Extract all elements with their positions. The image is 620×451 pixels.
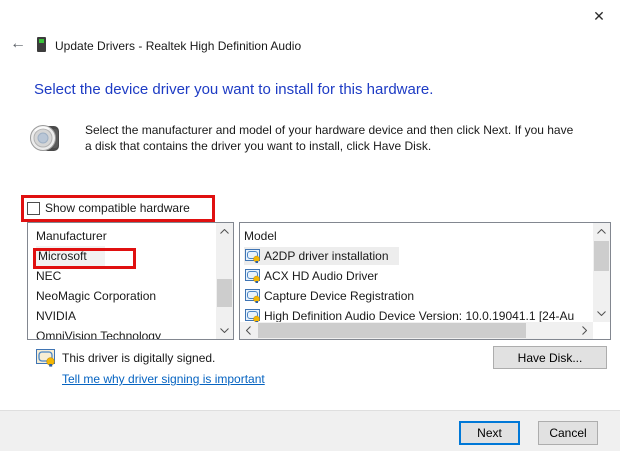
- model-list-header: Model: [244, 229, 277, 243]
- chevron-right-icon: [582, 326, 587, 335]
- driver-cert-icon: [245, 249, 260, 263]
- list-item-nvidia[interactable]: NVIDIA: [28, 306, 216, 326]
- scrollbar-thumb[interactable]: [594, 241, 609, 271]
- scroll-down-button[interactable]: [593, 305, 610, 322]
- driver-signing-link[interactable]: Tell me why driver signing is important: [62, 372, 265, 386]
- close-icon[interactable]: ✕: [588, 6, 610, 26]
- digitally-signed-text: This driver is digitally signed.: [62, 351, 216, 365]
- scrollbar-thumb[interactable]: [258, 323, 526, 338]
- footer-bar: [0, 410, 620, 451]
- model-vertical-scrollbar[interactable]: [593, 223, 610, 322]
- manufacturer-listbox: Manufacturer Microsoft NEC NeoMagic Corp…: [27, 222, 234, 340]
- chevron-up-icon: [220, 229, 229, 234]
- speaker-icon: [29, 121, 63, 158]
- show-compatible-hardware-checkbox[interactable]: [27, 201, 40, 215]
- list-item-capture[interactable]: Capture Device Registration: [240, 286, 593, 306]
- scroll-up-button[interactable]: [216, 223, 233, 240]
- window-title: Update Drivers - Realtek High Definition…: [55, 39, 302, 53]
- instructions-text: Select the manufacturer and model of you…: [85, 123, 574, 153]
- back-arrow-icon[interactable]: ←: [8, 35, 28, 53]
- model-listbox: Model A2DP driver installation ACX HD Au…: [239, 222, 611, 340]
- signed-driver-cert-icon: [36, 349, 56, 370]
- show-compatible-hardware-row: Show compatible hardware: [27, 201, 190, 215]
- update-drivers-dialog: ✕ ← Update Drivers - Realtek High Defini…: [0, 0, 620, 451]
- chevron-down-icon: [220, 328, 229, 333]
- scroll-up-button[interactable]: [593, 223, 610, 240]
- list-item-acx[interactable]: ACX HD Audio Driver: [240, 266, 593, 286]
- have-disk-button[interactable]: Have Disk...: [493, 346, 607, 369]
- list-item-nec[interactable]: NEC: [28, 266, 216, 286]
- list-item-hd-audio[interactable]: High Definition Audio Device Version: 10…: [240, 306, 593, 322]
- manufacturer-vertical-scrollbar[interactable]: [216, 223, 233, 339]
- show-compatible-hardware-label: Show compatible hardware: [45, 201, 190, 215]
- chevron-left-icon: [246, 326, 251, 335]
- scroll-left-button[interactable]: [240, 322, 257, 339]
- scrollbar-thumb[interactable]: [217, 279, 232, 307]
- list-item-omnivision[interactable]: OmniVision Technology: [28, 326, 216, 339]
- next-button[interactable]: Next: [459, 421, 520, 445]
- model-horizontal-scrollbar[interactable]: [240, 322, 593, 339]
- chevron-down-icon: [597, 311, 606, 316]
- driver-device-icon: [37, 37, 46, 52]
- list-item-a2dp[interactable]: A2DP driver installation: [240, 246, 593, 266]
- scroll-down-button[interactable]: [216, 322, 233, 339]
- driver-cert-icon: [245, 309, 260, 322]
- chevron-up-icon: [597, 229, 606, 234]
- cancel-button[interactable]: Cancel: [538, 421, 598, 445]
- list-item-neomagic[interactable]: NeoMagic Corporation: [28, 286, 216, 306]
- scroll-right-button[interactable]: [576, 322, 593, 339]
- page-title: Select the device driver you want to ins…: [34, 81, 434, 98]
- list-item-microsoft[interactable]: Microsoft: [28, 246, 216, 266]
- driver-cert-icon: [245, 289, 260, 303]
- manufacturer-list-header: Manufacturer: [36, 229, 107, 243]
- driver-cert-icon: [245, 269, 260, 283]
